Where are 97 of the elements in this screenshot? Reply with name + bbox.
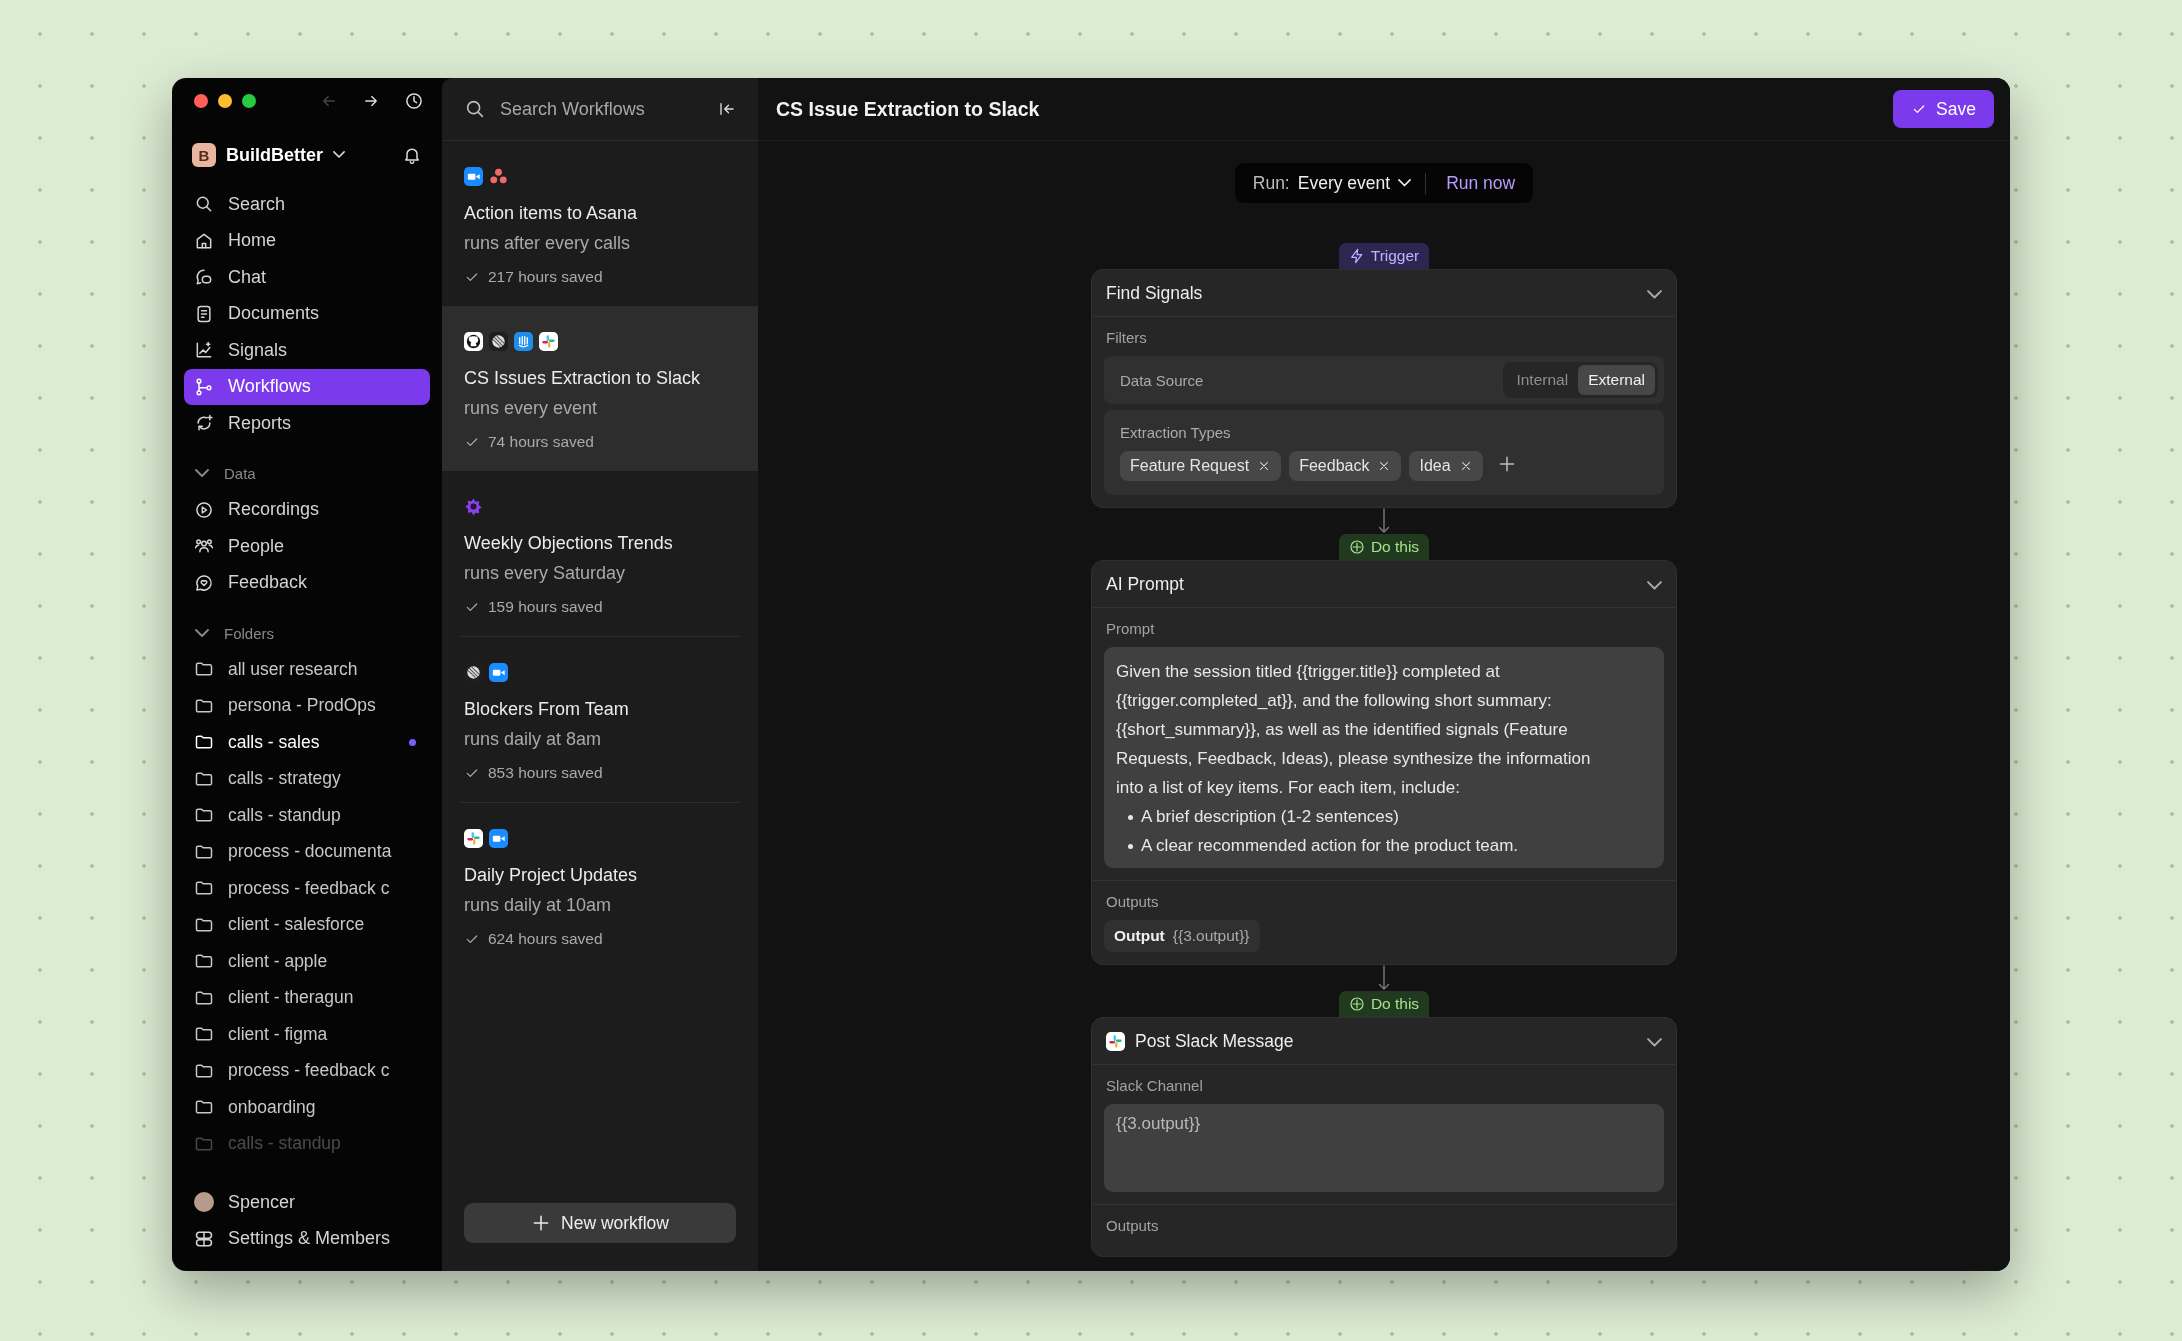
folder-item[interactable]: all user research xyxy=(184,651,430,688)
channel-field[interactable]: {{3.output}} xyxy=(1104,1104,1664,1192)
plus-icon xyxy=(531,1213,551,1233)
hash-icon xyxy=(539,331,558,351)
folder-item[interactable]: process - documenta xyxy=(184,833,430,870)
workflow-icon xyxy=(194,376,214,397)
collapse-icon xyxy=(718,100,736,118)
prompt-field[interactable]: Given the session titled {{trigger.title}} completed at {{trigger.completed_at}}, and the following short summary: {{short_summary}}, as well as the identified signals (Feature Requests, Feedback, Ideas), please synthesize the information into a list of key items. For each item, include: A brief description (1-2 sentences) A clear recommended action for the product team. xyxy=(1104,647,1664,868)
workspace-avatar: B xyxy=(192,143,216,167)
document-icon xyxy=(194,303,214,324)
folder-item[interactable]: client - theragun xyxy=(184,979,430,1016)
sidebar-item[interactable]: Reports xyxy=(184,405,430,442)
section-label: Filters xyxy=(1105,329,1148,348)
search-field[interactable]: Search Workflows xyxy=(498,97,706,121)
section-title: Folders xyxy=(224,624,275,642)
dots-icon xyxy=(489,166,508,186)
filter-chip[interactable]: Feedback xyxy=(1289,451,1402,481)
zoom-button[interactable] xyxy=(242,94,256,108)
play-circle-icon xyxy=(194,499,214,520)
chevron-down-icon xyxy=(1647,289,1662,299)
sidebar-item[interactable]: Recordings xyxy=(184,491,430,528)
chevron-down-icon xyxy=(1647,1037,1662,1047)
folder-item[interactable]: onboarding xyxy=(184,1089,430,1126)
sidebar-item[interactable]: Signals xyxy=(184,332,430,369)
section-title: Data xyxy=(224,465,256,482)
avatar xyxy=(194,1192,214,1213)
workflow-item[interactable]: Action items to Asana runs after every calls 217 hours saved xyxy=(442,141,758,306)
bars-icon xyxy=(514,331,533,351)
workflow-item[interactable]: Blockers From Team runs daily at 8am 853 hours saved xyxy=(442,637,758,802)
step-title: Find Signals xyxy=(1106,282,1203,304)
chevron-down-icon xyxy=(1647,580,1662,590)
section-label: Outputs xyxy=(1105,893,1160,912)
field-label: Data Source xyxy=(1120,371,1204,389)
workflow-item[interactable]: Weekly Objections Trends runs every Saturday 159 hours saved xyxy=(442,471,758,636)
section-label: Slack Channel xyxy=(1105,1077,1204,1096)
schedule-dropdown[interactable]: Every event xyxy=(1297,172,1427,194)
step-title: Post Slack Message xyxy=(1135,1030,1294,1052)
filter-chip[interactable]: Feature Request xyxy=(1120,451,1282,481)
unread-dot xyxy=(409,738,416,746)
sidebar-item[interactable]: People xyxy=(184,528,430,565)
minimize-button[interactable] xyxy=(218,94,232,108)
folder-item[interactable]: process - feedback c xyxy=(184,1052,430,1089)
connector-arrow xyxy=(1378,965,1390,991)
sidebar-item[interactable]: Workflows xyxy=(184,368,430,405)
new-workflow-button[interactable]: New workflow xyxy=(464,1203,736,1243)
save-button[interactable]: Save xyxy=(1893,90,1994,128)
bolt-icon xyxy=(1348,248,1365,264)
run-now-link[interactable]: Run now xyxy=(1426,172,1516,194)
heart-bubble-icon xyxy=(194,572,214,593)
workspace-name[interactable]: BuildBetter xyxy=(226,144,323,166)
crosshair-icon xyxy=(1348,996,1365,1012)
folder-item[interactable]: client - apple xyxy=(184,943,430,980)
segment-option[interactable]: Internal xyxy=(1506,365,1579,395)
crosshair-icon xyxy=(1348,539,1365,555)
field-label: Extraction Types xyxy=(1120,424,1232,441)
folder-item[interactable]: calls - standup xyxy=(184,797,430,834)
sidebar-item[interactable]: Home xyxy=(184,222,430,259)
segment-option[interactable]: External xyxy=(1578,365,1655,395)
chevron-down-icon xyxy=(1398,179,1412,187)
tag-label: Trigger xyxy=(1370,247,1420,265)
video-icon xyxy=(464,166,483,186)
tag-label: Do this xyxy=(1370,538,1420,556)
video-icon xyxy=(489,662,508,682)
folder-item[interactable]: calls - sales xyxy=(184,724,430,761)
filter-chip[interactable]: Idea xyxy=(1409,451,1483,481)
sidebar-item[interactable]: Search xyxy=(184,186,430,223)
folder-item[interactable]: client - salesforce xyxy=(184,906,430,943)
badge-icon xyxy=(464,496,483,516)
step-title: AI Prompt xyxy=(1106,573,1184,595)
history-icon xyxy=(404,91,424,111)
folder-item[interactable]: calls - strategy xyxy=(184,760,430,797)
settings-item[interactable]: Settings & Members xyxy=(184,1220,430,1257)
close-button[interactable] xyxy=(194,94,208,108)
sidebar-item[interactable]: Documents xyxy=(184,295,430,332)
sidebar-item[interactable]: Chat xyxy=(184,259,430,296)
sidebar-item[interactable]: Feedback xyxy=(184,564,430,601)
chevron-down-icon xyxy=(195,469,209,478)
sphere-icon xyxy=(489,331,508,351)
user-item[interactable]: Spencer xyxy=(184,1184,430,1221)
workflow-title: CS Issue Extraction to Slack xyxy=(776,97,1040,121)
output-pill: Output {{3.output}} xyxy=(1104,920,1260,952)
chevron-down-icon xyxy=(333,151,345,159)
tag-label: Do this xyxy=(1370,995,1420,1013)
connector-arrow xyxy=(1378,508,1390,534)
folder-item[interactable]: process - feedback c xyxy=(184,870,430,907)
folder-item[interactable]: client - figma xyxy=(184,1016,430,1053)
section-label: Prompt xyxy=(1105,620,1156,639)
chevron-down-icon xyxy=(195,628,209,638)
folder-item[interactable]: persona - ProdOps xyxy=(184,687,430,724)
hash-icon xyxy=(464,828,483,848)
workflow-item[interactable]: CS Issues Extraction to Slack runs every event 74 hours saved xyxy=(442,306,758,471)
workflow-item[interactable]: Daily Project Updates runs daily at 10am 624 hours saved xyxy=(442,803,758,968)
section-label: Outputs xyxy=(1105,1217,1160,1236)
video-icon xyxy=(489,828,508,848)
hash-icon xyxy=(1106,1031,1125,1051)
run-label: Run: xyxy=(1252,172,1290,194)
search-icon xyxy=(464,98,486,120)
